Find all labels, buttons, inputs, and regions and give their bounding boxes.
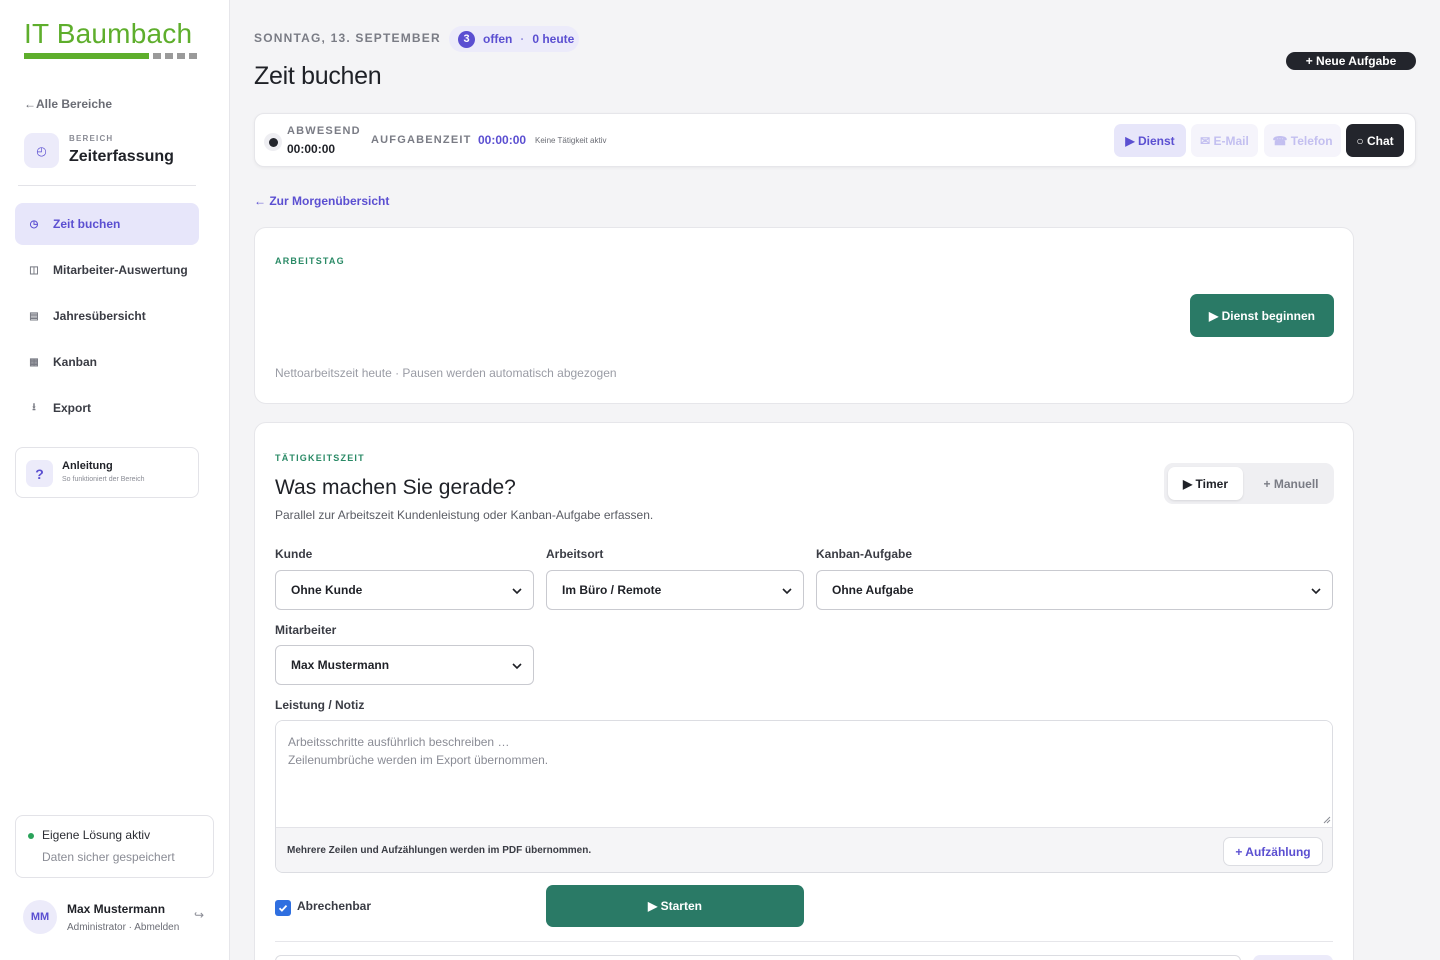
chevron-down-icon [782, 588, 792, 595]
tab-manual[interactable]: + Manuell [1252, 467, 1330, 500]
email-button[interactable]: ✉ E-Mail [1191, 124, 1258, 157]
chevron-down-icon [1311, 588, 1321, 595]
open-count: 3 [458, 30, 475, 48]
net-worktime-note: Nettoarbeitszeit heute · Pausen werden a… [275, 366, 617, 380]
workday-label: ARBEITSTAG [275, 256, 345, 266]
start-timer-button[interactable]: ▶ Starten [546, 885, 804, 927]
note-hint: Mehrere Zeilen und Aufzählungen werden i… [287, 845, 592, 856]
note-placeholder-line1: Arbeitsschritte ausführlich beschreiben … [288, 735, 510, 749]
sidebar: IT Baumbach ←Alle Bereiche ◴ BEREICH Zei… [0, 0, 230, 960]
workday-card: ARBEITSTAG ▶ Dienst beginnen Nettoarbeit… [254, 227, 1354, 404]
check-icon [278, 904, 288, 912]
activity-title: Was machen Sie gerade? [275, 476, 516, 499]
billable-label[interactable]: Abrechenbar [297, 899, 371, 913]
arrow-left-icon: ← [24, 97, 36, 111]
new-task-button[interactable]: + Neue Aufgabe [1286, 52, 1416, 70]
resize-handle-icon[interactable] [1323, 816, 1331, 824]
task-time-value: 00:00:00 [478, 133, 527, 147]
kanban-select[interactable]: Ohne Aufgabe [816, 570, 1333, 610]
employee-select[interactable]: Max Mustermann [275, 645, 534, 685]
sidebar-item-jahresuebersicht[interactable]: ▤ Jahresübersicht [15, 295, 199, 337]
kanban-label: Kanban-Aufgabe [816, 547, 912, 561]
page-title: Zeit buchen [254, 62, 382, 90]
start-shift-button[interactable]: ▶ Dienst beginnen [1190, 294, 1334, 337]
customer-label: Kunde [275, 547, 313, 561]
chat-button[interactable]: ○ Chat [1346, 124, 1404, 157]
customer-select[interactable]: Ohne Kunde [275, 570, 534, 610]
area-name: Zeiterfassung [69, 148, 174, 165]
activity-card: TÄTIGKEITSZEIT Was machen Sie gerade? Pa… [254, 422, 1354, 960]
columns-icon: ◫ [29, 264, 39, 276]
status-title: Eigene Lösung aktiv [42, 828, 151, 842]
activity-label: TÄTIGKEITSZEIT [275, 453, 365, 463]
chevron-down-icon [512, 588, 522, 595]
guide-card[interactable]: ? Anleitung So funktioniert der Bereich [15, 447, 199, 498]
solution-status: Eigene Lösung aktiv Daten sicher gespeic… [15, 815, 214, 878]
sidebar-item-mitarbeiter-auswertung[interactable]: ◫ Mitarbeiter-Auswertung [15, 249, 199, 291]
note-footer: Mehrere Zeilen und Aufzählungen werden i… [276, 827, 1332, 872]
absent-label: ABWESEND [287, 125, 361, 137]
next-field[interactable] [275, 955, 1241, 960]
table-icon: ▤ [29, 310, 39, 322]
clock-icon: ◷ [29, 218, 39, 230]
current-date: SONNTAG, 13. SEPTEMBER [254, 31, 441, 45]
location-select[interactable]: Im Büro / Remote [546, 570, 804, 610]
task-status: Keine Tätigkeit aktiv [535, 136, 607, 145]
employee-label: Mitarbeiter [275, 623, 337, 637]
back-to-morning-overview-link[interactable]: ← Zur Morgenübersicht [254, 194, 389, 208]
note-editor: Arbeitsschritte ausführlich beschreiben … [275, 720, 1333, 873]
brand-logo: IT Baumbach [24, 18, 193, 49]
telefon-button[interactable]: ☎ Telefon [1264, 124, 1341, 157]
back-to-all-areas-link[interactable]: ←Alle Bereiche [24, 97, 112, 111]
guide-subtitle: So funktioniert der Bereich [62, 476, 145, 483]
note-placeholder-line2: Zeilenumbrüche werden im Export übernomm… [288, 753, 549, 767]
question-icon: ? [26, 460, 53, 487]
location-label: Arbeitsort [546, 547, 604, 561]
clock-icon: ◴ [24, 133, 59, 168]
record-icon [264, 133, 282, 151]
section-divider [275, 941, 1333, 942]
avatar: MM [23, 900, 57, 934]
note-textarea[interactable]: Arbeitsschritte ausführlich beschreiben … [276, 721, 1332, 827]
sidebar-item-kanban[interactable]: ▦ Kanban [15, 341, 199, 383]
download-icon: ⭳ [32, 401, 36, 413]
time-status-bar: ABWESEND 00:00:00 AUFGABENZEIT 00:00:00 … [254, 113, 1416, 167]
grid-icon: ▦ [29, 356, 39, 368]
guide-title: Anleitung [62, 460, 113, 472]
tab-timer[interactable]: ▶ Timer [1168, 467, 1243, 500]
user-name: Max Mustermann [67, 902, 166, 916]
next-button[interactable] [1253, 955, 1333, 960]
logo-bar [24, 53, 198, 59]
status-subtitle: Daten sicher gespeichert [42, 850, 175, 864]
activity-subtitle: Parallel zur Arbeitszeit Kundenleistung … [275, 508, 654, 522]
sidebar-item-export[interactable]: ⭳ Export [15, 387, 199, 429]
area-label: BEREICH [69, 134, 114, 143]
note-label: Leistung / Notiz [275, 698, 365, 712]
user-role[interactable]: Administrator · Abmelden [67, 922, 179, 933]
billable-checkbox[interactable] [275, 900, 291, 916]
status-dot-icon [28, 833, 34, 839]
sidebar-divider [18, 185, 196, 186]
arrow-left-icon: ← [254, 194, 266, 208]
task-time-label: AUFGABENZEIT [371, 134, 472, 146]
chevron-down-icon [512, 663, 522, 670]
absent-time: 00:00:00 [287, 142, 336, 156]
sidebar-item-zeit-buchen[interactable]: ◷ Zeit buchen [15, 203, 199, 245]
mode-switch: ▶ Timer + Manuell [1164, 463, 1334, 504]
add-bullet-list-button[interactable]: + Aufzählung [1223, 837, 1323, 866]
dienst-button[interactable]: ▶ Dienst [1114, 124, 1186, 157]
open-tasks-badge[interactable]: 3 offen · 0 heute [449, 26, 579, 52]
logout-icon[interactable]: ↪ [194, 908, 204, 922]
